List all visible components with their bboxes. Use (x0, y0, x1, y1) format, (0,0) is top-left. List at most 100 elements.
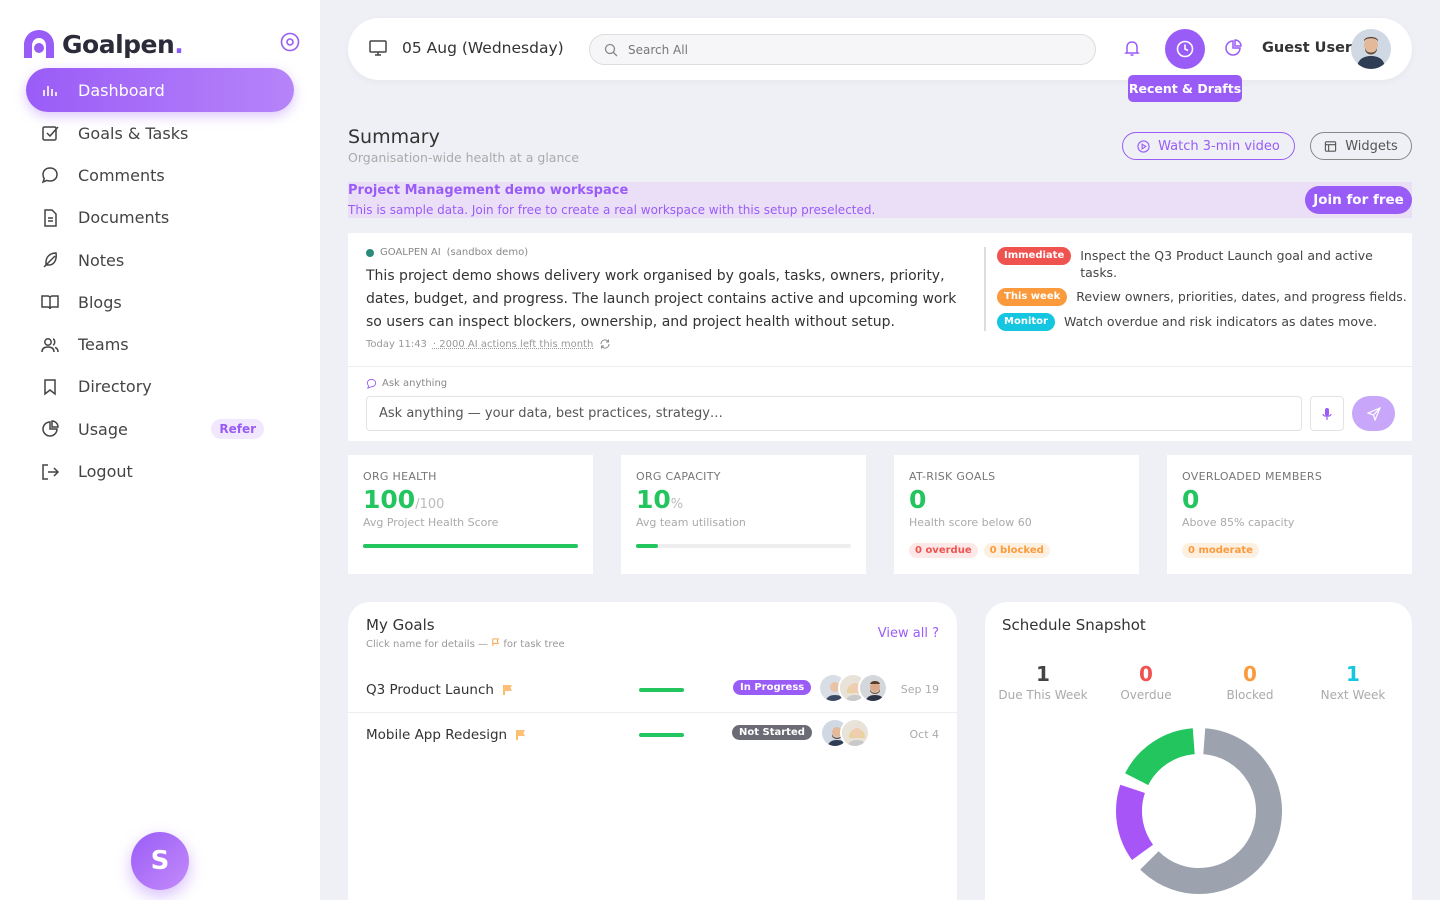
stat-number: 0 (909, 485, 927, 514)
send-button[interactable] (1352, 396, 1395, 431)
schedule-stat-blocked[interactable]: 0 Blocked (1200, 662, 1300, 702)
stat-subtitle: Health score below 60 (909, 516, 1032, 529)
flag-icon[interactable] (502, 684, 514, 696)
stat-value: 0 (909, 485, 926, 514)
schedule-stat-next-week[interactable]: 1 Next Week (1303, 662, 1403, 702)
widgets-button[interactable]: Widgets (1310, 132, 1412, 160)
stat-value: 10% (636, 485, 683, 514)
goal-due-date: Oct 4 (909, 728, 939, 741)
ai-tag: GOALPEN AI (sandbox demo) (366, 247, 528, 258)
support-fab-button[interactable]: S (131, 832, 189, 890)
schedule-title: Schedule Snapshot (1002, 616, 1146, 634)
sidebar-item-goals-tasks[interactable]: Goals & Tasks (26, 112, 294, 154)
stat-progress-fill (636, 544, 658, 548)
page-subtitle: Organisation-wide health at a glance (348, 150, 579, 165)
ai-timestamp: Today 11:43 (366, 338, 427, 350)
sidebar-item-label: Notes (78, 250, 125, 270)
checkbox-icon (42, 126, 59, 141)
sidebar-item-teams[interactable]: Teams (26, 323, 294, 365)
ask-ai-input[interactable]: Ask anything — your data, best practices… (366, 396, 1302, 431)
owner-avatar (840, 718, 870, 748)
goal-due-date: Sep 19 (900, 683, 939, 696)
donut-segment[interactable] (1125, 728, 1196, 786)
goal-status-badge: In Progress (733, 680, 812, 695)
analytics-pie-icon[interactable] (1224, 39, 1242, 57)
ai-meta: Today 11:43 · 2000 AI actions left this … (366, 338, 611, 350)
sidebar-item-directory[interactable]: Directory (26, 366, 294, 408)
stat-card-org-health[interactable]: ORG HEALTH 100/100 Avg Project Health Sc… (348, 455, 593, 574)
recent-drafts-button[interactable] (1165, 29, 1205, 69)
goal-row[interactable]: Mobile App Redesign Not Started Oct 4 (348, 713, 957, 758)
sidebar: Goalpen. Dashboard Goals & Tasks Comment… (0, 0, 320, 900)
ai-actions-left[interactable]: · 2000 AI actions left this month (433, 339, 593, 350)
view-all-goals-link[interactable]: View all ? (878, 626, 939, 641)
sidebar-item-dashboard[interactable]: Dashboard (26, 68, 294, 112)
chat-bubble-icon (366, 378, 377, 389)
priority-badge-this-week: This week (997, 288, 1068, 306)
schedule-stat-overdue[interactable]: 0 Overdue (1096, 662, 1196, 702)
flag-icon[interactable] (515, 729, 527, 741)
stat-subtitle: Avg Project Health Score (363, 516, 499, 529)
goal-name[interactable]: Q3 Product Launch (366, 682, 514, 698)
refresh-icon[interactable] (599, 338, 611, 350)
donut-segment[interactable] (1116, 784, 1154, 861)
stat-progress-bar (363, 544, 578, 548)
stat-label: OVERLOADED MEMBERS (1182, 470, 1323, 483)
bookmark-icon (44, 379, 56, 396)
stat-card-org-capacity[interactable]: ORG CAPACITY 10% Avg team utilisation (621, 455, 866, 574)
user-name[interactable]: Guest User (1262, 40, 1352, 56)
stat-label: ORG CAPACITY (636, 470, 721, 483)
user-avatar[interactable] (1351, 29, 1391, 69)
goal-owners (820, 718, 870, 748)
sidebar-item-label: Documents (78, 208, 170, 228)
voice-input-button[interactable] (1310, 396, 1344, 431)
sidebar-item-label: Logout (78, 462, 133, 482)
goal-row[interactable]: Q3 Product Launch In Progress Sep 19 (348, 668, 957, 713)
brand-logo[interactable]: Goalpen. (22, 28, 184, 60)
sidebar-item-label: Directory (78, 377, 152, 397)
sidebar-item-usage[interactable]: Usage Refer (26, 408, 294, 450)
schedule-stat-label: Overdue (1120, 688, 1172, 702)
priority-badge-monitor: Monitor (997, 313, 1055, 331)
schedule-stat-due-this-week[interactable]: 1 Due This Week (993, 662, 1093, 702)
priority-badge-immediate: Immediate (997, 247, 1072, 265)
ai-status-dot (366, 248, 374, 257)
sidebar-item-label: Teams (78, 335, 129, 355)
goal-name-text: Mobile App Redesign (366, 727, 508, 743)
goal-name[interactable]: Mobile App Redesign (366, 727, 527, 743)
settings-ring-icon[interactable] (280, 32, 300, 52)
sidebar-item-blogs[interactable]: Blogs (26, 281, 294, 323)
goal-owners (818, 673, 888, 703)
ask-placeholder: Ask anything — your data, best practices… (379, 406, 723, 421)
sidebar-item-documents[interactable]: Documents (26, 197, 294, 239)
sidebar-item-logout[interactable]: Logout (26, 450, 294, 492)
sidebar-item-label: Usage (78, 419, 128, 439)
watch-video-button[interactable]: Watch 3-min video (1122, 132, 1295, 160)
stat-value: 100/100 (363, 485, 444, 514)
overdue-chip: 0 overdue (909, 543, 978, 558)
join-free-button[interactable]: Join for free (1305, 186, 1412, 214)
date-text: 05 Aug (Wednesday) (402, 39, 564, 57)
bell-icon[interactable] (1123, 39, 1141, 57)
recent-drafts-tooltip: Recent & Drafts (1128, 75, 1242, 102)
stat-card-overloaded-members[interactable]: OVERLOADED MEMBERS 0 Above 85% capacity … (1167, 455, 1412, 574)
chat-bubble-icon (41, 167, 58, 184)
stat-chips: 0 moderate (1182, 543, 1259, 558)
sidebar-item-comments[interactable]: Comments (26, 154, 294, 196)
feather-icon (43, 252, 57, 268)
sidebar-item-notes[interactable]: Notes (26, 239, 294, 281)
blocked-chip: 0 blocked (983, 543, 1050, 558)
stat-subtitle: Above 85% capacity (1182, 516, 1295, 529)
stat-progress-fill (363, 544, 578, 548)
goals-subtitle-a: Click name for details — (366, 639, 488, 650)
refer-badge[interactable]: Refer (211, 419, 264, 440)
stat-number: 10 (636, 485, 671, 514)
stat-value: 0 (1182, 485, 1199, 514)
top-bar: 05 Aug (Wednesday) Search All Guest User (348, 18, 1412, 80)
goalpen-logo-icon (24, 30, 54, 58)
ai-summary-card: GOALPEN AI (sandbox demo) This project d… (348, 233, 1412, 441)
ai-separator (348, 366, 1412, 367)
search-input[interactable]: Search All (589, 34, 1096, 65)
flag-icon (492, 638, 500, 647)
stat-card-at-risk-goals[interactable]: AT-RISK GOALS 0 Health score below 60 0 … (894, 455, 1139, 574)
